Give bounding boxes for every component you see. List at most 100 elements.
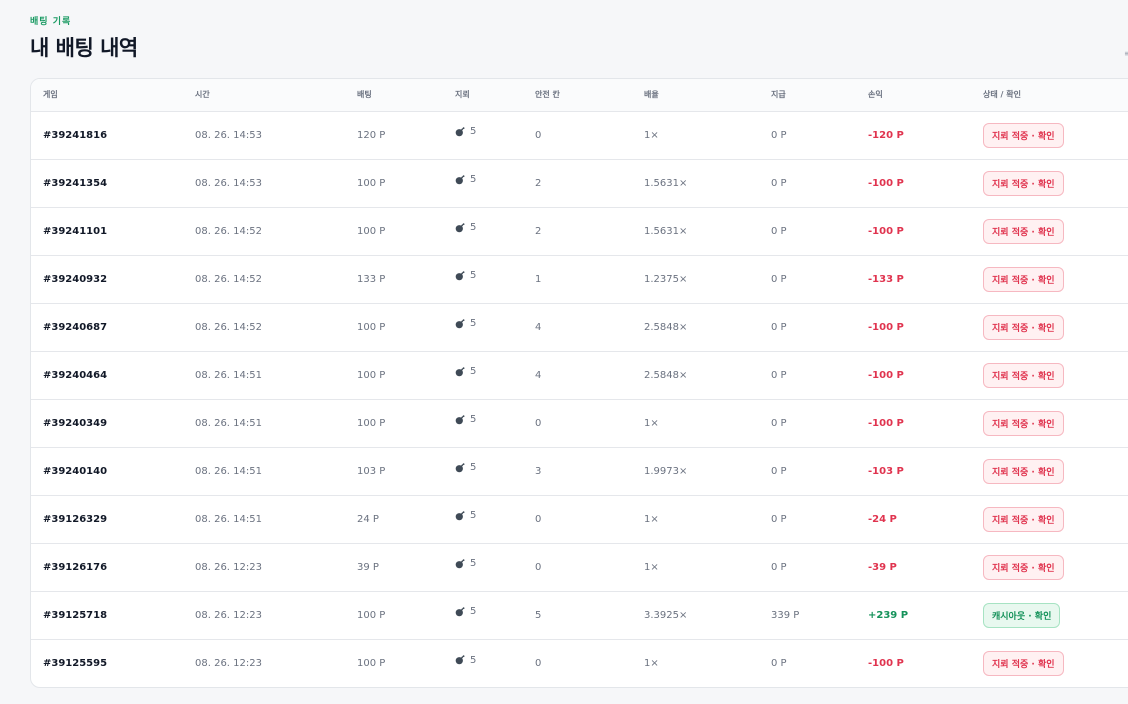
mines-count: 5 [455, 606, 476, 617]
mines-count: 5 [455, 655, 476, 666]
cell-game-id: #39240464 [31, 351, 183, 400]
cell-bet: 100 P [357, 657, 386, 669]
cell-profit-loss: -100 P [856, 351, 971, 400]
cell-mines: 5 [443, 495, 523, 544]
mines-value: 5 [470, 462, 477, 474]
cell-mines: 5 [443, 543, 523, 592]
status-confirm-button[interactable]: 지뢰 적중 · 확인 [983, 506, 1064, 532]
table-row: #39125595 08. 26. 12:23 100 P 5 0 1× 0 P -100 P… [31, 639, 1128, 687]
cell-payout: 0 P [759, 351, 856, 400]
status-confirm-button[interactable]: 지뢰 적중 · 확인 [983, 458, 1064, 484]
bet-history-table: 게임 시간 배팅 지뢰 안전 칸 배율 지급 손익 상태 / 확인 #39241… [31, 79, 1128, 687]
cell-status: 지뢰 적중 · 확인 [971, 207, 1128, 256]
cell-time: 08. 26. 14:51 [183, 351, 345, 400]
cell-safe: 0 [523, 399, 632, 448]
status-confirm-button[interactable]: 지뢰 적중 · 확인 [983, 410, 1064, 436]
cell-payout: 0 P [759, 159, 856, 208]
cell-game-id: #39126329 [31, 495, 183, 544]
mines-count: 5 [455, 318, 476, 329]
cell-mines: 5 [443, 447, 523, 496]
cell-safe: 0 [523, 495, 632, 544]
cell-payout: 339 P [759, 591, 856, 640]
cell-multiplier: 2.5848× [632, 351, 759, 400]
cell-bet: 120 P [345, 111, 443, 160]
bet-history-card: 게임 시간 배팅 지뢰 안전 칸 배율 지급 손익 상태 / 확인 #39241… [30, 78, 1128, 688]
cell-game-id: #39241354 [31, 159, 183, 208]
cell-bet: 24 P [345, 495, 443, 544]
cell-profit-loss: -100 P [856, 207, 971, 256]
cell-mines: 5 [443, 255, 523, 304]
page-title: 내 배팅 내역 [30, 36, 138, 60]
table-row: #39241101 08. 26. 14:52 100 P 5 2 1.5631× 0 P-… [31, 207, 1128, 256]
cell-time: 08. 26. 14:51 [183, 495, 345, 544]
cell-payout: 0 P [759, 255, 856, 304]
status-confirm-button[interactable]: 지뢰 적중 · 확인 [983, 314, 1064, 340]
cell-multiplier: 2.5848× [632, 303, 759, 352]
mines-value: 5 [470, 270, 477, 282]
cell-multiplier: 1.2375× [632, 255, 759, 304]
cell-time: 08. 26. 14:53 [183, 111, 345, 160]
status-confirm-button[interactable]: 지뢰 적중 · 확인 [983, 362, 1064, 388]
cell-payout: 0 P [759, 495, 856, 544]
status-confirm-button[interactable]: 지뢰 적중 · 확인 [983, 266, 1064, 292]
mines-count: 5 [455, 414, 476, 425]
cell-bet: 100 P [345, 303, 443, 352]
status-confirm-button[interactable]: 캐시아웃 · 확인 [983, 602, 1061, 628]
cell-bet: 100 P [345, 591, 443, 640]
bomb-icon [455, 223, 465, 233]
mines-count: 5 [455, 462, 476, 473]
status-confirm-button[interactable]: 지뢰 적중 · 확인 [983, 218, 1064, 244]
cell-bet: 100 P [345, 207, 443, 256]
cell-mines: 5 [443, 399, 523, 448]
status-confirm-button[interactable]: 지뢰 적중 · 확인 [983, 650, 1064, 676]
bomb-icon [455, 415, 465, 425]
cell-profit-loss: -100 P [856, 303, 971, 352]
table-header-row: 게임 시간 배팅 지뢰 안전 칸 배율 지급 손익 상태 / 확인 [31, 79, 1128, 112]
cell-time: 08. 26. 14:52 [183, 207, 345, 256]
page-eyebrow: 배팅 기록 [30, 17, 72, 27]
cell-time: 08. 26. 14:51 [183, 447, 345, 496]
mines-value: 5 [470, 318, 477, 330]
cell-status: 지뢰 적중 · 확인 [971, 303, 1128, 352]
status-confirm-button[interactable]: 지뢰 적중 · 확인 [983, 122, 1064, 148]
cell-status: 캐시아웃 · 확인 [971, 591, 1128, 640]
cell-mines: 5 [443, 111, 523, 160]
table-row: #39125718 08. 26. 12:23 100 P 5 5 3.3925× 339 … [31, 591, 1128, 640]
table-row: #39240464 08. 26. 14:51 100 P 5 4 2.5848× 0 P-… [31, 351, 1128, 400]
table-row: #39126176 08. 26. 12:23 39 P 5 0 1× 0 P -39 P 지뢰… [31, 543, 1128, 592]
bomb-icon [455, 127, 465, 137]
cell-profit-loss: -100 P [868, 657, 904, 669]
bomb-icon [455, 367, 465, 377]
table-row: #39241354 08. 26. 14:53 100 P 5 2 1.5631× 0 P-… [31, 159, 1128, 208]
mines-value: 5 [470, 366, 477, 378]
bomb-icon [455, 559, 465, 569]
cell-mines: 5 [443, 303, 523, 352]
cell-safe: 1 [523, 255, 632, 304]
mines-value: 5 [470, 606, 477, 618]
mines-count: 5 [455, 558, 476, 569]
cell-status: 지뢰 적중 · 확인 [971, 111, 1128, 160]
cell-multiplier: 1.9973× [632, 447, 759, 496]
cell-time: 08. 26. 12:23 [183, 543, 345, 592]
cell-status: 지뢰 적중 · 확인 [971, 399, 1128, 448]
mines-value: 5 [470, 414, 477, 426]
status-confirm-button[interactable]: 지뢰 적중 · 확인 [983, 170, 1064, 196]
cell-multiplier: 1× [632, 111, 759, 160]
cell-profit-loss: -100 P [856, 159, 971, 208]
cell-bet: 100 P [345, 399, 443, 448]
table-row: #39240932 08. 26. 14:52 133 P 5 1 1.2375× 0 P-… [31, 255, 1128, 304]
cell-mines: 5 [443, 159, 523, 208]
cell-bet: 39 P [345, 543, 443, 592]
mines-value: 5 [470, 510, 477, 522]
cell-payout: 0 P [759, 303, 856, 352]
bomb-icon [455, 655, 465, 665]
status-confirm-button[interactable]: 지뢰 적중 · 확인 [983, 554, 1064, 580]
cell-status: 지뢰 적중 · 확인 [971, 543, 1128, 592]
col-header-bet: 배팅 [345, 79, 443, 112]
col-header-game: 게임 [31, 79, 183, 112]
cell-payout: 0 P [759, 447, 856, 496]
cell-mines: 5 [443, 639, 523, 687]
cell-multiplier: 1× [632, 543, 759, 592]
cell-game-id: #39240932 [31, 255, 183, 304]
mines-count: 5 [455, 270, 476, 281]
